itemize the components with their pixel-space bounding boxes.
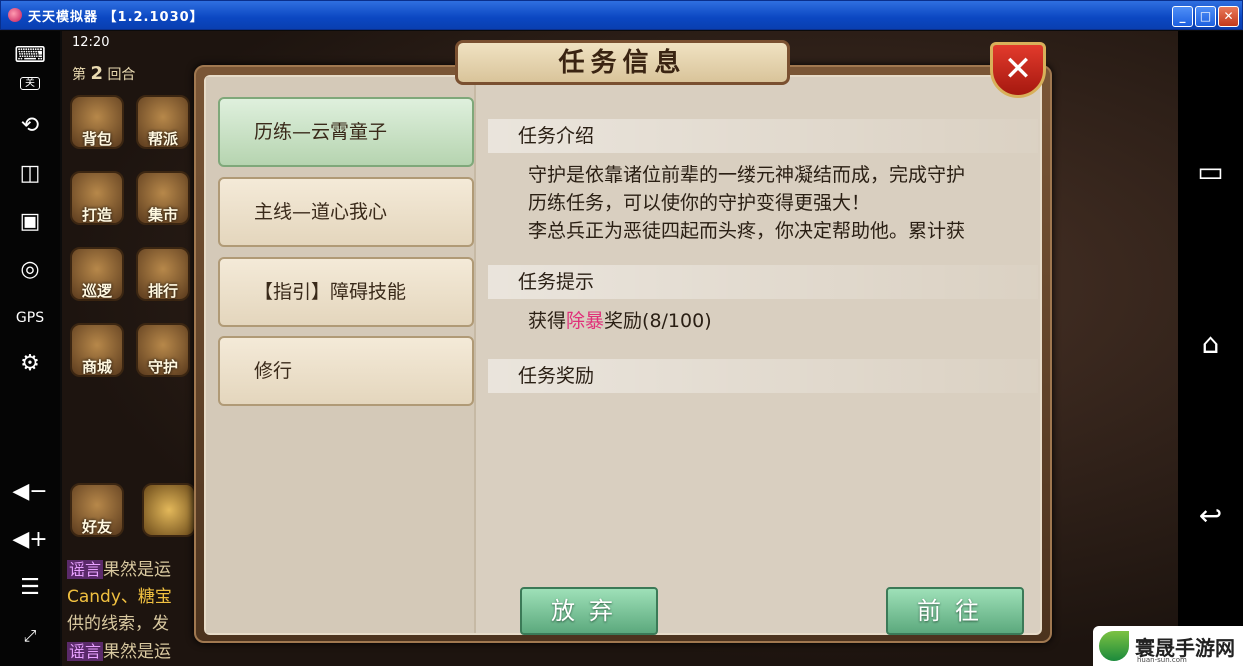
fullscreen-icon[interactable]: ⤢ <box>0 621 60 651</box>
rotate-icon[interactable]: ⟲ <box>0 111 60 141</box>
close-window-button[interactable]: ✕ <box>1218 6 1239 27</box>
app-icon <box>8 8 22 22</box>
chat-line: 谣言 果然是运 <box>67 560 172 580</box>
guild-icon[interactable]: 帮派 <box>136 95 190 149</box>
chat-log[interactable]: 谣言 果然是运 Candy、糖宝 供的线索，发 谣言 果然是运 <box>67 556 197 666</box>
dialog-body: 历练—云霄童子 主线—道心我心 【指引】障碍技能 修行 任务介绍 守护是依靠诸位… <box>204 75 1042 635</box>
minimize-button[interactable]: _ <box>1172 6 1193 27</box>
android-nav-bar: ▭ ⌂ ↩ <box>1178 31 1243 666</box>
turn-prefix: 第 <box>72 67 86 83</box>
quest-item[interactable]: 【指引】障碍技能 <box>218 257 474 327</box>
menu-icon[interactable]: ☰ <box>0 573 60 603</box>
status-time: 12:20 <box>72 35 110 50</box>
chat-line: 供的线索，发 <box>67 614 169 634</box>
quest-item-selected[interactable]: 历练—云霄童子 <box>218 97 474 167</box>
market-icon[interactable]: 集市 <box>136 171 190 225</box>
patrol-icon[interactable]: 巡逻 <box>70 247 124 301</box>
quest-info-dialog: 历练—云霄童子 主线—道心我心 【指引】障碍技能 修行 任务介绍 守护是依靠诸位… <box>194 65 1052 643</box>
watermark-url: huan-sun.com <box>1137 656 1187 664</box>
shake-icon[interactable]: ◎ <box>0 255 60 285</box>
intro-heading: 任务介绍 <box>488 119 1038 153</box>
abandon-button[interactable]: 放弃 <box>520 587 658 635</box>
site-watermark: 寰晟手游网 huan-sun.com <box>1093 626 1243 666</box>
chat-line: 谣言 果然是运 <box>67 642 172 662</box>
turn-suffix: 回合 <box>107 67 136 83</box>
emulator-window: 天天模拟器 【1.2.1030】 _ □ ✕ ⌨ 关 ⟲ ◫ ▣ ◎ GPS ⚙… <box>0 0 1243 666</box>
dialog-title: 任务信息 <box>455 40 790 85</box>
intro-text[interactable]: 守护是依靠诸位前辈的一缕元神凝结而成，完成守护 历练任务，可以使你的守护变得更强… <box>528 161 1018 247</box>
turn-indicator: 第 2 回合 <box>72 63 135 84</box>
quest-list: 历练—云霄童子 主线—道心我心 【指引】障碍技能 修行 <box>206 77 476 633</box>
toggle-switch[interactable]: 关 <box>0 77 60 91</box>
keyboard-icon[interactable]: ⌨ <box>0 41 60 71</box>
bag-icon[interactable]: 背包 <box>70 95 124 149</box>
back-icon[interactable]: ↩ <box>1178 499 1243 532</box>
goto-button[interactable]: 前往 <box>886 587 1024 635</box>
shop-icon[interactable]: 商城 <box>70 323 124 377</box>
reward-heading: 任务奖励 <box>488 359 1038 393</box>
window-title: 天天模拟器 【1.2.1030】 <box>28 9 204 25</box>
emulator-left-toolbar: ⌨ 关 ⟲ ◫ ▣ ◎ GPS ⚙ ◀− ◀+ ☰ ⤢ <box>0 31 60 666</box>
home-icon[interactable]: ⌂ <box>1178 327 1243 360</box>
quest-item[interactable]: 主线—道心我心 <box>218 177 474 247</box>
forge-icon[interactable]: 打造 <box>70 171 124 225</box>
ranking-icon[interactable]: 排行 <box>136 247 190 301</box>
title-bar[interactable]: 天天模拟器 【1.2.1030】 _ □ ✕ <box>0 0 1243 30</box>
maximize-button[interactable]: □ <box>1195 6 1216 27</box>
quest-details: 任务介绍 守护是依靠诸位前辈的一缕元神凝结而成，完成守护 历练任务，可以使你的守… <box>478 77 1040 635</box>
gps-button[interactable]: GPS <box>0 303 60 333</box>
volume-down-icon[interactable]: ◀− <box>0 477 60 507</box>
screenshot-icon[interactable]: ◫ <box>0 159 60 189</box>
friends-icon[interactable]: 好友 <box>70 483 124 537</box>
image-icon[interactable]: ▣ <box>0 207 60 237</box>
volume-up-icon[interactable]: ◀+ <box>0 525 60 555</box>
microphone-icon[interactable] <box>142 483 196 537</box>
turn-number: 2 <box>90 63 103 84</box>
recent-apps-icon[interactable]: ▭ <box>1178 155 1243 188</box>
settings-icon[interactable]: ⚙ <box>0 349 60 379</box>
guardian-icon[interactable]: 守护 <box>136 323 190 377</box>
leaf-logo-icon <box>1099 631 1129 661</box>
quest-item[interactable]: 修行 <box>218 336 474 406</box>
chat-line: Candy、糖宝 <box>67 587 172 607</box>
hint-heading: 任务提示 <box>488 265 1038 299</box>
dialog-close-button[interactable]: ✕ <box>990 42 1046 98</box>
hint-text: 获得除暴奖励(8/100) <box>528 310 712 332</box>
